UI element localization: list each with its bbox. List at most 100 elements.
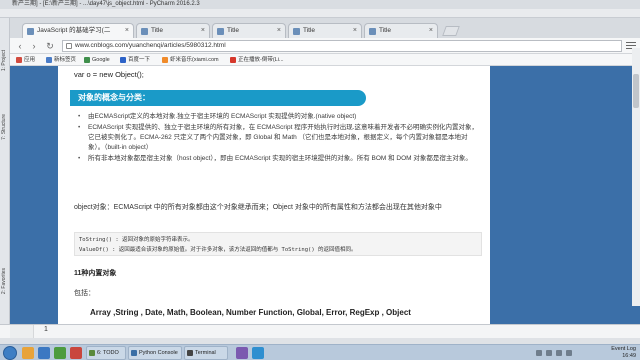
article-content: var o = new Object(); 对象的概念与分类： 由ECMAScr… [58, 66, 490, 324]
pycharm-title-bar: 新产三期] - [E:\新产三期] - ...\day47\js_object.… [0, 0, 640, 9]
tool-button-label: Python Console [139, 350, 178, 356]
new-tab-button[interactable] [442, 26, 460, 36]
bookmark-now-playing[interactable]: 正在播放-倒带(Li... [230, 54, 284, 66]
bookmark-xiami[interactable]: 虾米音乐(xiami.com [162, 54, 219, 66]
bookmark-label: 正在播放-倒带(Li... [238, 57, 284, 63]
screen: 新产三期] - [E:\新产三期] - ...\day47\js_object.… [0, 0, 640, 360]
bookmark-label: 新标签页 [54, 57, 77, 63]
browser-tab[interactable]: Title × [288, 23, 362, 38]
baidu-icon [120, 57, 126, 63]
bullet-list: 由ECMAScript定义的本地对象.独立于宿主环境的 ECMAScript 实… [78, 112, 478, 165]
page-favicon-icon [293, 28, 300, 35]
tray-icon[interactable] [536, 350, 542, 356]
page-favicon-icon [369, 28, 376, 35]
close-icon[interactable]: × [201, 24, 205, 38]
xiami-icon [162, 57, 168, 63]
google-icon [84, 57, 90, 63]
address-bar[interactable]: www.cnblogs.com/yuanchenqi/articles/5980… [62, 40, 622, 52]
close-icon[interactable]: × [353, 24, 357, 38]
back-icon[interactable]: ‹ [14, 40, 26, 52]
side-tab-project[interactable]: 1: Project [1, 50, 9, 71]
bookmark-baidu[interactable]: 百度一下 [120, 54, 150, 66]
network-icon[interactable] [566, 350, 572, 356]
taskbar-app-icon[interactable] [22, 347, 34, 359]
bookmark-label: 百度一下 [128, 57, 151, 63]
builtin-objects-list: Array ,String , Date, Math, Boolean, Num… [90, 308, 411, 317]
side-tab-favorites[interactable]: 2: Favorites [1, 268, 9, 294]
tab-label: Title [227, 27, 240, 34]
terminal-button[interactable]: Terminal [184, 346, 228, 360]
list-item: 所有非本地对象都是宿主对象（host object），即由 ECMAScript… [78, 154, 478, 164]
scrollbar-thumb[interactable] [633, 74, 639, 108]
bookmarks-bar: 应用 新标签页 Google 百度一下 虾米音乐(xiami.com 正在播放-… [10, 54, 640, 66]
taskbar-app-icon[interactable] [236, 347, 248, 359]
taskbar-app-icon[interactable] [70, 347, 82, 359]
windows-taskbar: 6: TODO Python Console Terminal Event Lo… [0, 344, 640, 360]
tool-button-label: Terminal [195, 350, 216, 356]
music-icon [230, 57, 236, 63]
code-block: ToString() : 返回对象的原始字符串表示。 ValueOf() : 返… [74, 232, 482, 256]
tab-label: Title [151, 27, 164, 34]
tab-label: Title [379, 27, 392, 34]
pycharm-side-panel: 1: Project 7: Structure 2: Favorites [0, 18, 10, 324]
forward-icon[interactable]: › [28, 40, 40, 52]
page-viewport: var o = new Object(); 对象的概念与分类： 由ECMAScr… [10, 66, 640, 324]
bookmark-label: 应用 [24, 57, 36, 63]
browser-tab[interactable]: Title × [364, 23, 438, 38]
list-item: ECMAScript 实现提供的、独立于宿主环境的所有对象，在 ECMAScri… [78, 123, 478, 153]
bookmark-apps[interactable]: 应用 [16, 54, 35, 66]
todo-icon [89, 350, 95, 356]
bookmark-label: 虾米音乐(xiami.com [170, 57, 219, 63]
pycharm-editor[interactable]: 1 [0, 324, 640, 339]
close-icon[interactable]: × [277, 24, 281, 38]
browser-tab-active[interactable]: JavaScript 的基础学习(二 × [22, 23, 134, 38]
code-row: ValueOf() : 返回最适合该对象的原始值。对于许多对象，该方法返回的值都… [79, 247, 357, 253]
list-item: 由ECMAScript定义的本地对象.独立于宿主环境的 ECMAScript 实… [78, 112, 478, 122]
page-favicon-icon [27, 28, 34, 35]
code-snippet: var o = new Object(); [74, 70, 144, 79]
code-row: ToString() : 返回对象的原始字符串表示。 [79, 237, 194, 243]
browser-tab[interactable]: Title × [212, 23, 286, 38]
bookmark-label: Google [92, 57, 110, 63]
page-icon [46, 57, 52, 63]
python-icon [131, 350, 137, 356]
bookmark-google[interactable]: Google [84, 54, 110, 66]
tab-label: Title [303, 27, 316, 34]
browser-tab[interactable]: Title × [136, 23, 210, 38]
taskbar-app-icon[interactable] [54, 347, 66, 359]
apps-icon [16, 57, 22, 63]
object-paragraph: object对象：ECMAScript 中的所有对象都由这个对象继承而来；Obj… [74, 204, 442, 211]
todo-tool-button[interactable]: 6: TODO [86, 346, 126, 360]
start-button[interactable] [3, 346, 17, 360]
browser-window: JavaScript 的基础学习(二 × Title × Title × Tit… [10, 18, 640, 324]
builtin-objects-heading: 11种内置对象 [74, 270, 117, 277]
browser-toolbar: ‹ › ↻ www.cnblogs.com/yuanchenqi/article… [10, 38, 640, 54]
system-clock[interactable]: Event Log 16:49 2017/2/14 [611, 346, 636, 360]
tab-strip: JavaScript 的基础学习(二 × Title × Title × Tit… [10, 18, 640, 38]
taskbar-app-icon[interactable] [252, 347, 264, 359]
clock-event-log[interactable]: Event Log [611, 346, 636, 353]
address-url: www.cnblogs.com/yuanchenqi/articles/5980… [75, 42, 226, 49]
page-info-icon[interactable] [66, 43, 72, 49]
taskbar-app-icon[interactable] [38, 347, 50, 359]
page-scrollbar[interactable] [632, 48, 640, 306]
close-icon[interactable]: × [429, 24, 433, 38]
include-label: 包括： [74, 290, 95, 297]
close-icon[interactable]: × [125, 24, 129, 38]
tray-icon[interactable] [546, 350, 552, 356]
volume-icon[interactable] [556, 350, 562, 356]
bookmark-new-tab[interactable]: 新标签页 [46, 54, 76, 66]
line-number: 1 [44, 326, 48, 333]
page-favicon-icon [141, 28, 148, 35]
pycharm-menu-bar [0, 9, 640, 18]
tool-button-label: 6: TODO [97, 350, 119, 356]
side-tab-structure[interactable]: 7: Structure [1, 114, 9, 140]
terminal-icon [187, 350, 193, 356]
tab-label: JavaScript 的基础学习(二 [37, 27, 111, 34]
python-console-button[interactable]: Python Console [128, 346, 182, 360]
clock-time: 16:49 [622, 353, 636, 359]
page-favicon-icon [217, 28, 224, 35]
section-heading: 对象的概念与分类： [70, 90, 366, 106]
reload-icon[interactable]: ↻ [44, 40, 56, 52]
editor-gutter [10, 325, 34, 339]
